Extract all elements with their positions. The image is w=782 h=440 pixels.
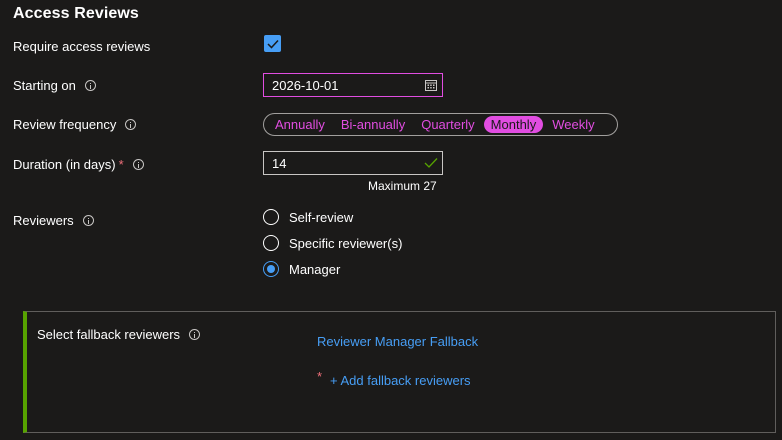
reviewer-option-specific-reviewers[interactable]: Specific reviewer(s) (263, 235, 402, 251)
fallback-required-asterisk: * (317, 369, 323, 384)
require-access-reviews-label: Require access reviews (13, 39, 150, 54)
duration-value: 14 (272, 155, 287, 171)
access-reviews-page: Access Reviews Require access reviews St… (0, 0, 782, 440)
starting-on-value: 2026-10-01 (272, 77, 339, 93)
review-frequency-pill-group: Annually Bi-annually Quarterly Monthly W… (263, 113, 618, 136)
frequency-option-bi-annually[interactable]: Bi-annually (334, 116, 412, 133)
radio-button-selected[interactable] (263, 261, 279, 277)
info-icon[interactable] (189, 329, 201, 340)
reviewer-option-label: Manager (289, 261, 341, 277)
duration-input[interactable]: 14 (263, 151, 443, 175)
checkmark-icon (266, 39, 279, 49)
valid-check-icon (424, 158, 438, 168)
frequency-option-quarterly[interactable]: Quarterly (414, 116, 481, 133)
section-title: Access Reviews (13, 5, 139, 22)
reviewers-label-text: Reviewers (13, 213, 74, 228)
reviewer-option-label: Specific reviewer(s) (289, 235, 403, 251)
required-asterisk: * (118, 157, 124, 172)
add-fallback-reviewers-link[interactable]: + Add fallback reviewers (330, 373, 471, 388)
starting-on-label-text: Starting on (13, 78, 76, 93)
info-icon[interactable] (125, 119, 137, 130)
duration-maximum-hint: Maximum 27 (368, 179, 437, 193)
frequency-option-annually[interactable]: Annually (268, 116, 332, 133)
require-label-text: Require access reviews (13, 39, 151, 54)
info-icon[interactable] (132, 159, 144, 170)
require-access-reviews-checkbox[interactable] (264, 35, 281, 52)
frequency-option-monthly[interactable]: Monthly (483, 116, 544, 133)
info-icon[interactable] (82, 215, 94, 226)
radio-button[interactable] (263, 235, 279, 251)
radio-button[interactable] (263, 209, 279, 225)
fallback-reviewers-label: Select fallback reviewers (37, 327, 201, 342)
info-icon[interactable] (84, 80, 96, 91)
review-frequency-label: Review frequency (13, 117, 137, 132)
reviewer-option-label: Self-review (289, 209, 354, 225)
starting-on-date-input[interactable]: 2026-10-01 (263, 73, 443, 97)
frequency-option-weekly[interactable]: Weekly (545, 116, 601, 133)
duration-label-text: Duration (in days) (13, 157, 116, 172)
fallback-label-text: Select fallback reviewers (37, 327, 181, 342)
fallback-reviewer-link[interactable]: Reviewer Manager Fallback (317, 334, 478, 349)
starting-on-label: Starting on (13, 78, 96, 93)
duration-label: Duration (in days) * (13, 157, 144, 172)
reviewer-option-manager[interactable]: Manager (263, 261, 340, 277)
calendar-icon[interactable] (425, 79, 437, 91)
reviewers-label: Reviewers (13, 213, 94, 228)
reviewer-option-self-review[interactable]: Self-review (263, 209, 353, 225)
review-frequency-label-text: Review frequency (13, 117, 117, 132)
